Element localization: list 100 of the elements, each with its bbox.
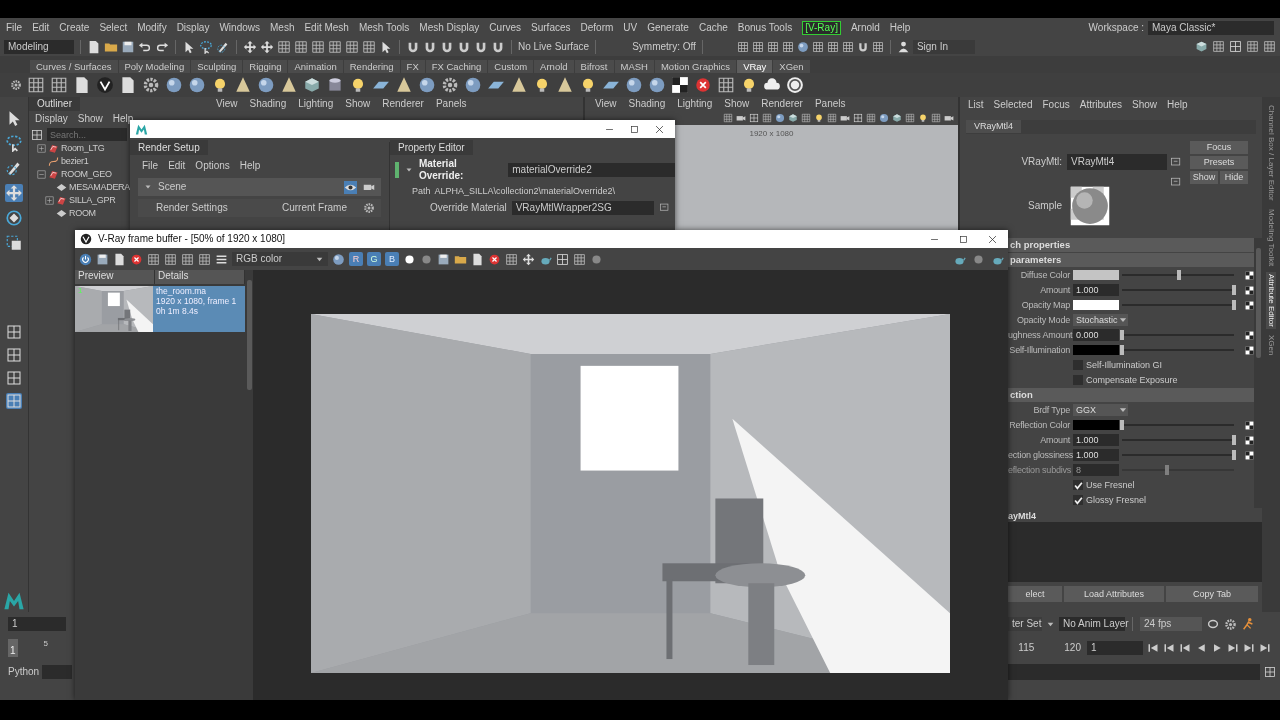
number-field[interactable]: 0.000	[1073, 329, 1119, 341]
language-label[interactable]: Python	[8, 666, 40, 678]
settings-icon[interactable]	[10, 79, 22, 91]
channel-dropdown[interactable]: RGB color	[232, 252, 328, 266]
settings-icon[interactable]	[363, 202, 375, 214]
shelf-tab[interactable]: Animation	[288, 59, 343, 73]
command-field[interactable]	[42, 665, 73, 679]
move-icon[interactable]	[522, 252, 535, 266]
grid-icon[interactable]	[181, 252, 194, 266]
menu-item[interactable]: Edit Mesh	[304, 21, 349, 34]
map-button-icon[interactable]	[1245, 420, 1254, 430]
attribute-button[interactable]: Copy Tab	[1166, 586, 1258, 602]
menu-item[interactable]: Attributes	[1079, 99, 1122, 111]
file-icon[interactable]	[113, 252, 126, 266]
workspace-dropdown[interactable]: Maya Classic*	[1148, 20, 1274, 35]
grid-icon[interactable]	[736, 40, 749, 53]
menu-item[interactable]: Renderer	[761, 98, 803, 110]
collapse-icon[interactable]	[404, 166, 413, 174]
menu-item[interactable]: Deform	[580, 21, 614, 34]
grid-icon[interactable]	[362, 39, 376, 54]
cone-icon[interactable]	[510, 76, 528, 94]
menu-item[interactable]: Show	[77, 113, 103, 125]
node-tab[interactable]: VRayMtl4	[966, 120, 1021, 133]
checkbox[interactable]	[1073, 480, 1083, 490]
sphere-icon[interactable]	[775, 113, 785, 123]
override-name-field[interactable]: materialOverride2	[508, 163, 675, 177]
cube-icon[interactable]	[788, 113, 798, 123]
save-icon[interactable]	[121, 39, 135, 54]
grid-icon[interactable]	[751, 40, 764, 53]
history-item[interactable]: 1 the_room.ma 1920 x 1080, frame 1 0h 1m 8.4s	[75, 286, 245, 332]
maximize-button[interactable]	[958, 233, 969, 245]
number-field[interactable]: 1.000	[1073, 284, 1119, 296]
grid-icon[interactable]	[1246, 40, 1259, 53]
ball-icon[interactable]	[972, 252, 985, 266]
cone-icon[interactable]	[234, 76, 252, 94]
cube-icon[interactable]	[303, 76, 321, 94]
menu-item[interactable]: Options	[195, 160, 230, 172]
grid-icon[interactable]	[717, 76, 735, 94]
layout-icon[interactable]	[6, 370, 22, 387]
grid-icon[interactable]	[762, 113, 772, 123]
slider-thumb[interactable]	[1232, 450, 1236, 460]
grid-icon[interactable]	[1212, 40, 1225, 53]
menu-item[interactable]: Select	[99, 21, 128, 34]
settings-icon[interactable]	[1224, 617, 1237, 631]
search-field[interactable]: Search...	[47, 128, 127, 141]
panel-tab[interactable]: Property Editor	[390, 140, 473, 155]
sphere-icon[interactable]	[625, 76, 643, 94]
grid-icon[interactable]	[866, 113, 876, 123]
menu-item[interactable]: Create	[59, 21, 90, 34]
attribute-button[interactable]: elect	[1008, 586, 1062, 602]
cube-icon[interactable]	[892, 113, 902, 123]
attribute-button[interactable]: Load Attributes	[1064, 586, 1164, 602]
menu-item[interactable]: Cache	[698, 21, 728, 34]
lasso-icon[interactable]	[5, 134, 23, 152]
sphere-icon[interactable]	[165, 76, 183, 94]
menu-item[interactable]: Shading	[249, 98, 287, 110]
gear-icon[interactable]	[142, 76, 160, 94]
collapse-icon[interactable]	[144, 183, 152, 191]
layout-icon[interactable]	[6, 347, 22, 364]
shelf-tab[interactable]: XGen	[773, 59, 810, 73]
menu-item[interactable]: Edit	[168, 160, 186, 172]
side-tab[interactable]: Attribute Editor	[1266, 271, 1276, 329]
menu-item[interactable]: Show	[1131, 99, 1157, 111]
panel-tab[interactable]: Render Setup	[130, 140, 208, 155]
script-editor-icon[interactable]	[1264, 666, 1276, 678]
brush-icon[interactable]	[5, 159, 23, 177]
shelf-tab[interactable]: Bifrost	[574, 59, 614, 73]
character-set-dropdown[interactable]: ter Set	[1008, 617, 1042, 631]
override-material-field[interactable]: VRayMtlWrapper2SG	[511, 200, 654, 215]
collapse-icon[interactable]	[37, 170, 46, 179]
slider-thumb[interactable]	[1120, 330, 1124, 340]
menu-item[interactable]: Mesh Display	[419, 21, 480, 34]
stop-icon[interactable]	[694, 76, 712, 94]
expand-icon[interactable]	[45, 196, 54, 205]
command-field[interactable]	[1008, 664, 1260, 680]
node-name-field[interactable]: VRayMtl4	[1067, 154, 1167, 170]
menu-item[interactable]: View	[595, 98, 617, 110]
forward-icon[interactable]	[1227, 642, 1239, 654]
outliner-item[interactable]: bezier1	[61, 156, 89, 167]
move-icon[interactable]	[243, 39, 257, 54]
cone-icon[interactable]	[280, 76, 298, 94]
grid-icon[interactable]	[311, 39, 325, 54]
grid-icon[interactable]	[294, 39, 308, 54]
grid-icon[interactable]	[328, 39, 342, 54]
menu-item[interactable]: File	[142, 160, 159, 172]
grid-icon[interactable]	[905, 113, 915, 123]
lasso-icon[interactable]	[199, 39, 213, 54]
outliner-item[interactable]: Room_LTG	[61, 143, 105, 154]
shelf-tab[interactable]: Rigging	[243, 59, 288, 73]
menu-item[interactable]: Lighting	[298, 98, 334, 110]
panel-tab[interactable]: Outliner	[29, 97, 80, 111]
link-icon[interactable]	[658, 202, 670, 214]
color-swatch[interactable]	[1073, 420, 1119, 430]
menu-item[interactable]: Renderer	[382, 98, 424, 110]
menu-item[interactable]: Panels	[435, 98, 467, 110]
menu-item[interactable]: Generate	[647, 21, 689, 34]
menu-item[interactable]: Show	[345, 98, 371, 110]
grid-icon[interactable]	[27, 76, 45, 94]
stop-icon[interactable]	[130, 252, 143, 266]
menu-item[interactable]: List	[968, 99, 984, 111]
